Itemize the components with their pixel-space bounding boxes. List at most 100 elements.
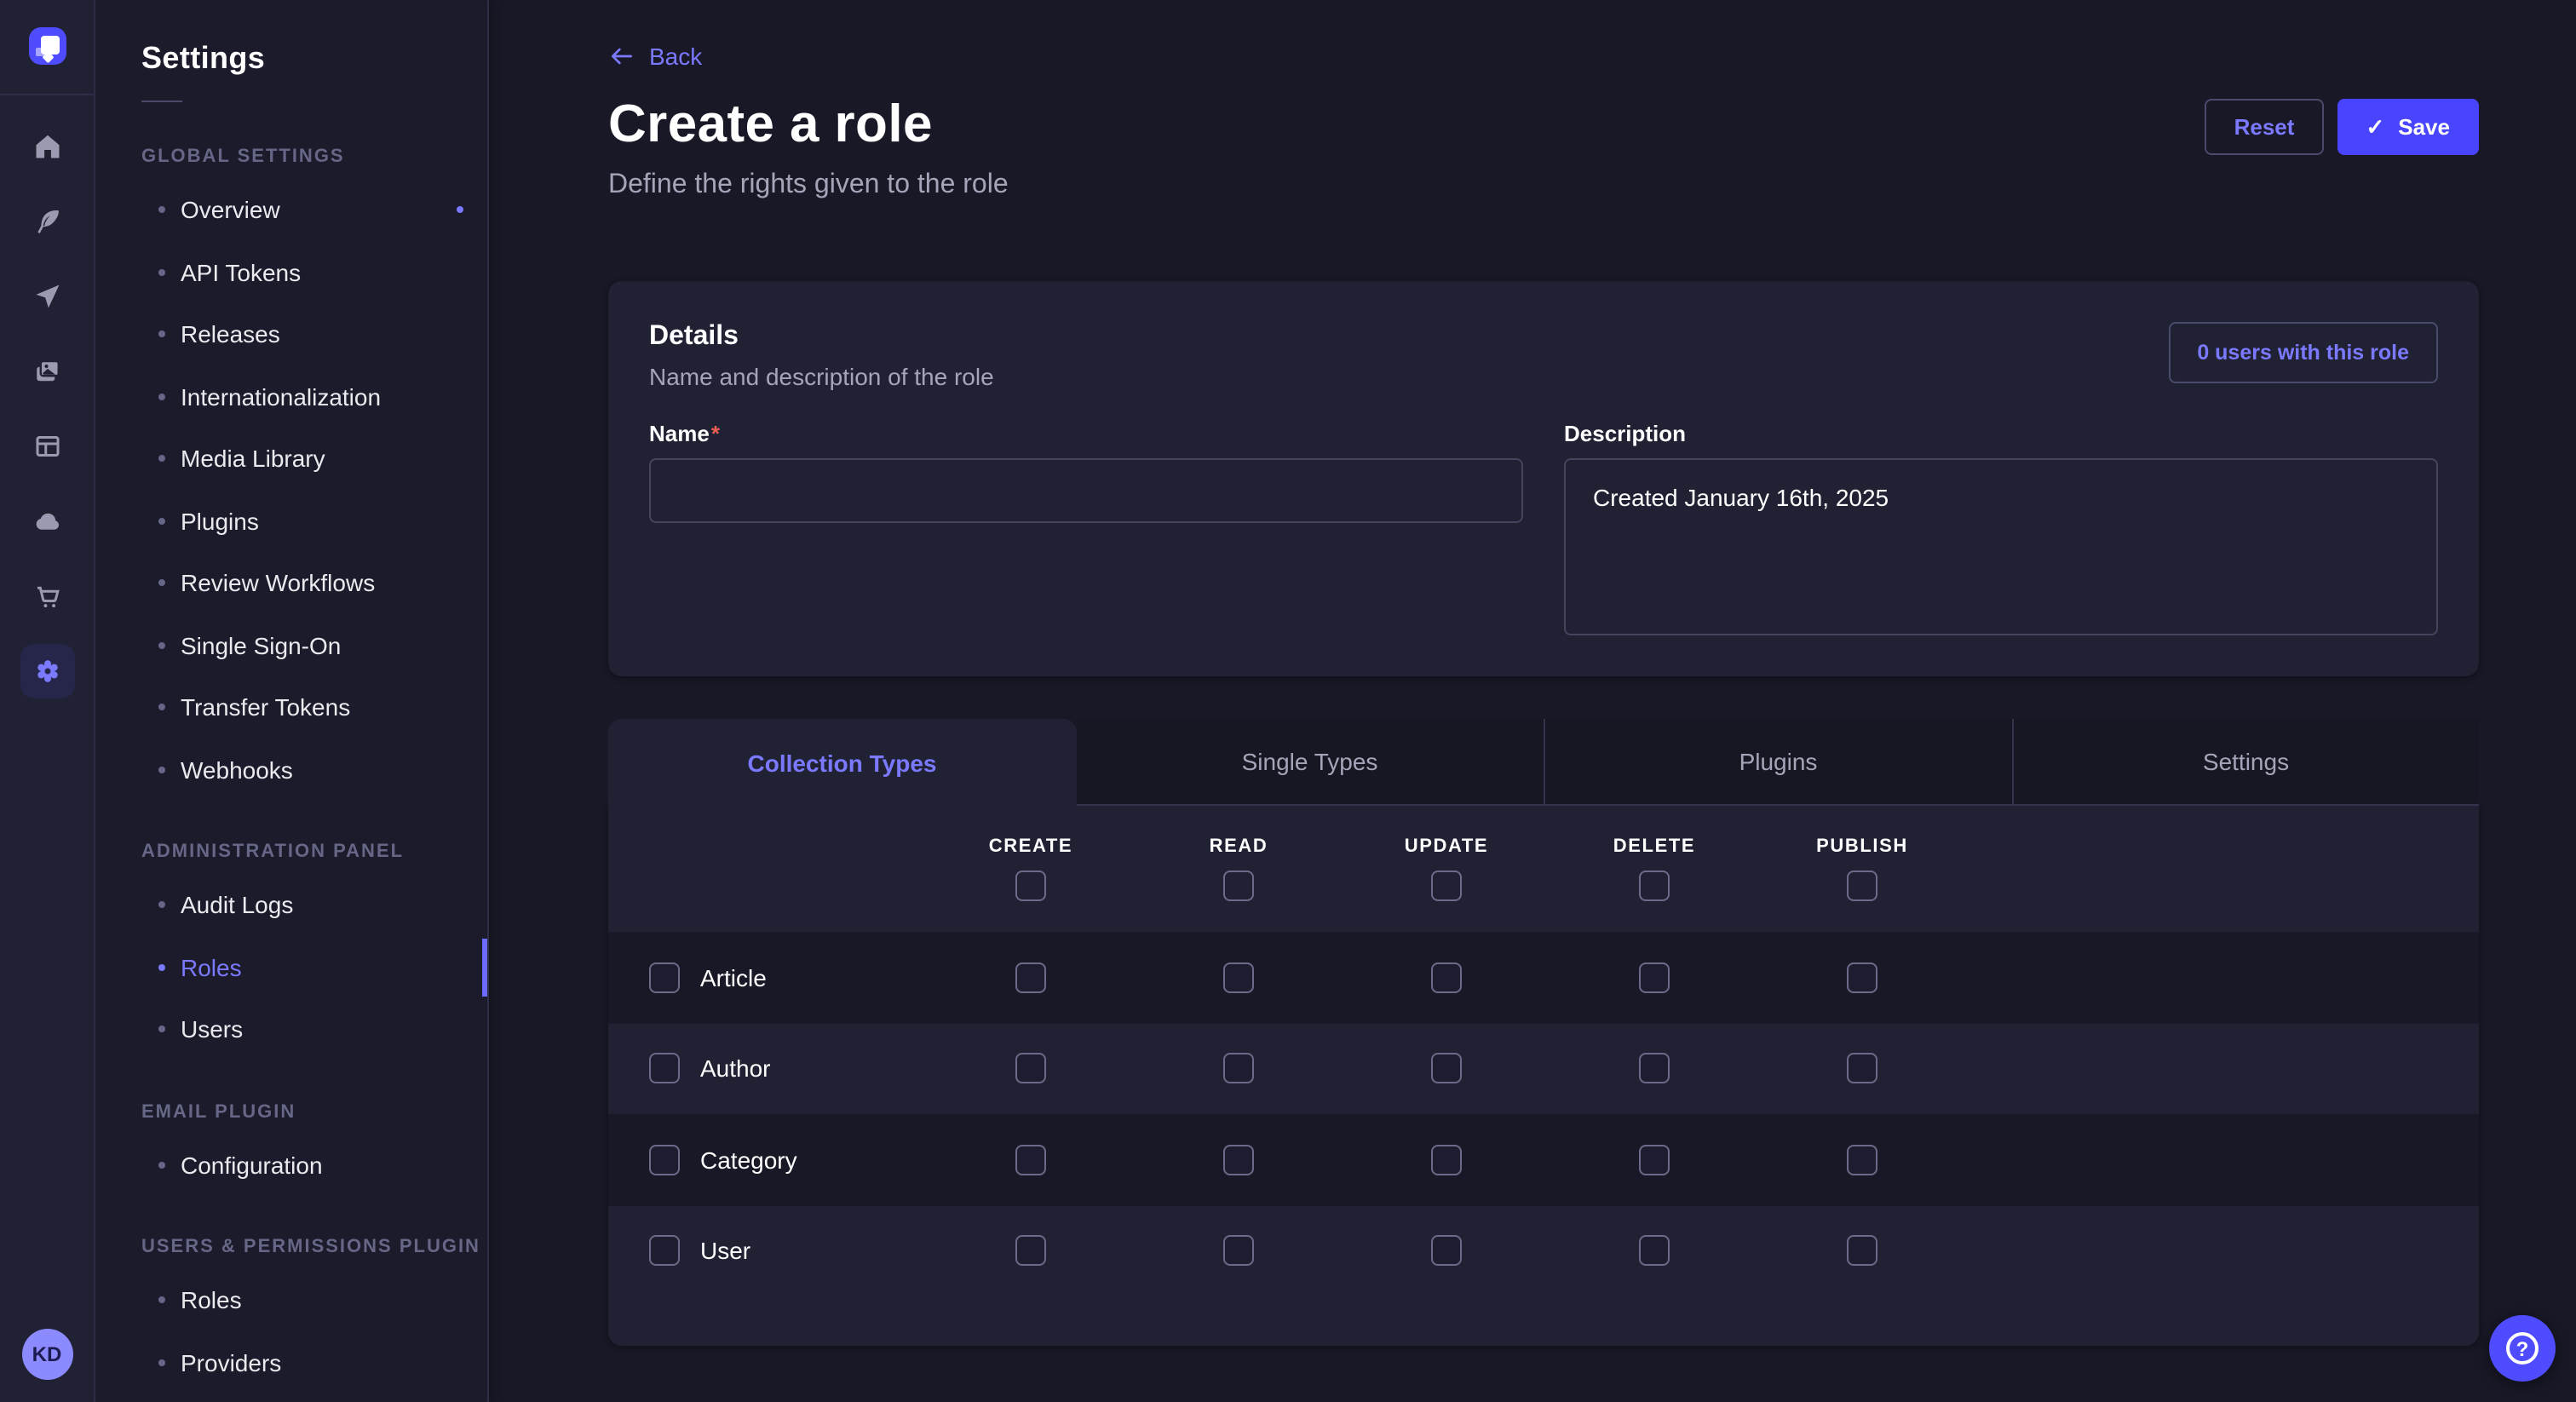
description-text: Created January 16th, 2025 xyxy=(1593,484,1889,511)
reset-button[interactable]: Reset xyxy=(2205,99,2324,155)
sidebar-item-api-tokens[interactable]: API Tokens xyxy=(95,241,487,303)
main-content: Back Create a role Define the rights giv… xyxy=(489,0,2576,1402)
category-create-checkbox[interactable] xyxy=(1015,1145,1046,1175)
select-all-read-checkbox[interactable] xyxy=(1223,871,1254,901)
tab-settings[interactable]: Settings xyxy=(2011,719,2479,806)
user-publish-checkbox[interactable] xyxy=(1847,1236,1877,1267)
category-delete-checkbox[interactable] xyxy=(1639,1145,1670,1175)
page-title: Create a role xyxy=(608,94,1009,155)
article-read-checkbox[interactable] xyxy=(1223,962,1254,993)
sidebar-item-review-workflows[interactable]: Review Workflows xyxy=(95,552,487,614)
tab-single-types[interactable]: Single Types xyxy=(1076,719,1544,806)
layout-icon[interactable] xyxy=(0,409,95,484)
table-footer xyxy=(608,1296,2479,1346)
sidebar-item-configuration[interactable]: Configuration xyxy=(95,1134,487,1196)
select-all-create-checkbox[interactable] xyxy=(1015,871,1046,901)
question-mark-icon: ? xyxy=(2506,1332,2539,1365)
select-all-publish-checkbox[interactable] xyxy=(1847,871,1877,901)
bullet-icon xyxy=(158,1162,165,1169)
sidebar-item-roles-up[interactable]: Roles xyxy=(95,1269,487,1331)
avatar-initials: KD xyxy=(32,1342,62,1366)
category-update-checkbox[interactable] xyxy=(1431,1145,1462,1175)
gear-icon[interactable] xyxy=(0,634,95,709)
description-textarea[interactable]: Created January 16th, 2025 xyxy=(1564,458,2438,635)
sidebar-item-single-sign-on[interactable]: Single Sign-On xyxy=(95,614,487,676)
strapi-logo[interactable] xyxy=(28,27,66,65)
sidebar-item-transfer-tokens[interactable]: Transfer Tokens xyxy=(95,676,487,738)
category-select-checkbox[interactable] xyxy=(649,1145,680,1175)
details-form: Name* Description Created January 16th, … xyxy=(649,421,2438,635)
send-icon[interactable] xyxy=(0,259,95,334)
tab-collection-types[interactable]: Collection Types xyxy=(608,719,1076,806)
feather-icon[interactable] xyxy=(0,184,95,259)
user-delete-checkbox[interactable] xyxy=(1639,1236,1670,1267)
select-all-update-checkbox[interactable] xyxy=(1431,871,1462,901)
avatar[interactable]: KD xyxy=(21,1329,72,1380)
sidebar-item-overview[interactable]: Overview xyxy=(95,179,487,241)
article-delete-checkbox[interactable] xyxy=(1639,962,1670,993)
cart-icon[interactable] xyxy=(0,559,95,634)
users-with-role-button[interactable]: 0 users with this role xyxy=(2168,322,2438,383)
sidebar-item-roles-admin[interactable]: Roles xyxy=(95,936,487,998)
save-button[interactable]: ✓ Save xyxy=(2337,99,2479,155)
table-row-user: User xyxy=(608,1205,2479,1296)
home-icon[interactable] xyxy=(0,109,95,184)
sidebar-item-releases[interactable]: Releases xyxy=(95,303,487,365)
column-delete: DELETE xyxy=(1550,806,1758,932)
column-update: UPDATE xyxy=(1343,806,1550,932)
sidebar-item-webhooks[interactable]: Webhooks xyxy=(95,738,487,801)
name-input[interactable] xyxy=(649,458,1523,523)
description-label: Description xyxy=(1564,421,2438,446)
category-publish-checkbox[interactable] xyxy=(1847,1145,1877,1175)
row-label: User xyxy=(700,1238,750,1265)
sidebar-item-media-library[interactable]: Media Library xyxy=(95,428,487,490)
user-update-checkbox[interactable] xyxy=(1431,1236,1462,1267)
author-create-checkbox[interactable] xyxy=(1015,1054,1046,1084)
sidebar-item-audit-logs[interactable]: Audit Logs xyxy=(95,874,487,936)
save-button-label: Save xyxy=(2398,114,2450,140)
user-read-checkbox[interactable] xyxy=(1223,1236,1254,1267)
sidebar-item-users[interactable]: Users xyxy=(95,998,487,1060)
article-select-checkbox[interactable] xyxy=(649,962,680,993)
table-row-category: Category xyxy=(608,1114,2479,1205)
author-update-checkbox[interactable] xyxy=(1431,1054,1462,1084)
details-title: Details xyxy=(649,322,994,353)
article-create-checkbox[interactable] xyxy=(1015,962,1046,993)
author-read-checkbox[interactable] xyxy=(1223,1054,1254,1084)
section-label-users-permissions-plugin: USERS & PERMISSIONS PLUGIN xyxy=(95,1237,487,1257)
user-select-checkbox[interactable] xyxy=(649,1236,680,1267)
back-button[interactable]: Back xyxy=(608,43,702,70)
name-field-group: Name* xyxy=(649,421,1523,635)
help-button[interactable]: ? xyxy=(2489,1315,2556,1382)
sidebar-item-internationalization[interactable]: Internationalization xyxy=(95,365,487,428)
bullet-icon xyxy=(158,580,165,587)
back-link[interactable]: Back xyxy=(649,43,702,70)
divider xyxy=(0,94,95,95)
images-icon[interactable] xyxy=(0,334,95,409)
column-label-delete: DELETE xyxy=(1613,836,1695,857)
tab-plugins[interactable]: Plugins xyxy=(1544,719,2011,806)
bullet-icon xyxy=(158,767,165,773)
user-create-checkbox[interactable] xyxy=(1015,1236,1046,1267)
author-publish-checkbox[interactable] xyxy=(1847,1054,1877,1084)
details-card: Details Name and description of the role… xyxy=(608,281,2479,676)
table-row-article: Article xyxy=(608,932,2479,1023)
select-all-delete-checkbox[interactable] xyxy=(1639,871,1670,901)
cloud-icon[interactable] xyxy=(0,484,95,559)
sidebar-item-providers[interactable]: Providers xyxy=(95,1331,487,1393)
bullet-icon xyxy=(158,642,165,649)
bullet-icon xyxy=(158,1297,165,1304)
permissions-table: CREATE READ UPDATE DELETE xyxy=(608,806,2479,1346)
category-read-checkbox[interactable] xyxy=(1223,1145,1254,1175)
bullet-icon xyxy=(158,331,165,338)
bullet-icon xyxy=(158,1026,165,1033)
article-publish-checkbox[interactable] xyxy=(1847,962,1877,993)
divider xyxy=(141,101,182,102)
article-update-checkbox[interactable] xyxy=(1431,962,1462,993)
column-publish: PUBLISH xyxy=(1758,806,1966,932)
author-select-checkbox[interactable] xyxy=(649,1054,680,1084)
subnav-title: Settings xyxy=(95,0,487,77)
column-label-update: UPDATE xyxy=(1405,836,1488,857)
sidebar-item-plugins[interactable]: Plugins xyxy=(95,490,487,552)
author-delete-checkbox[interactable] xyxy=(1639,1054,1670,1084)
